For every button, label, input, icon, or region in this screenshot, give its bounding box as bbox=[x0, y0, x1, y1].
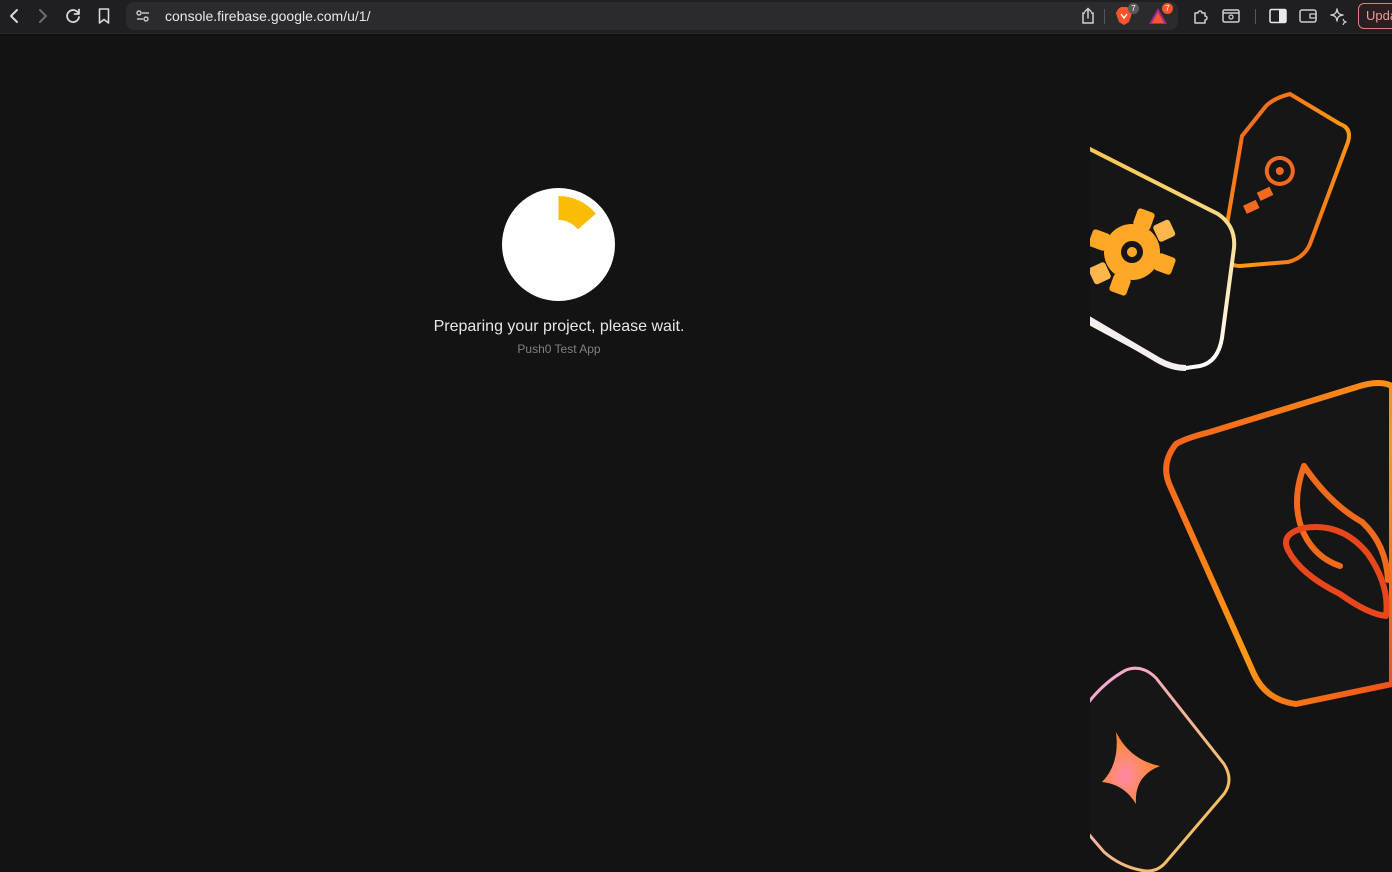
extensions-button[interactable] bbox=[1190, 5, 1212, 27]
reload-icon bbox=[66, 8, 80, 23]
chevron-left-icon bbox=[10, 9, 18, 23]
project-name: Push0 Test App bbox=[517, 342, 601, 356]
wallet-icon bbox=[1299, 9, 1317, 23]
flame-tile bbox=[1163, 380, 1392, 708]
sparkle-icon bbox=[1330, 8, 1347, 25]
analytics-tile bbox=[1219, 91, 1351, 269]
url-text[interactable]: console.firebase.google.com/u/1/ bbox=[165, 8, 370, 24]
tab-search-button[interactable] bbox=[1220, 5, 1242, 27]
reload-button[interactable] bbox=[62, 5, 84, 27]
share-icon bbox=[1082, 7, 1094, 24]
sidebar-button[interactable] bbox=[1267, 5, 1289, 27]
rewards-count-badge: 7 bbox=[1162, 3, 1173, 14]
brave-shields-button[interactable]: 7 bbox=[1113, 3, 1139, 27]
site-settings-button[interactable] bbox=[132, 5, 154, 27]
tab-search-icon bbox=[1222, 9, 1240, 23]
back-button[interactable] bbox=[3, 5, 25, 27]
status-title: Preparing your project, please wait. bbox=[433, 318, 685, 335]
puzzle-icon bbox=[1194, 10, 1208, 24]
share-button[interactable] bbox=[1077, 5, 1099, 27]
address-bar[interactable]: console.firebase.google.com/u/1/ bbox=[126, 2, 1178, 30]
toolbar-divider bbox=[1104, 9, 1105, 24]
tune-icon bbox=[136, 10, 149, 22]
chevron-right-icon bbox=[39, 9, 47, 23]
shields-count-badge: 7 bbox=[1128, 3, 1139, 14]
bookmark-button[interactable] bbox=[93, 5, 115, 27]
leo-ai-button[interactable] bbox=[1327, 5, 1349, 27]
browser-toolbar: console.firebase.google.com/u/1/ 7 7 Upd… bbox=[0, 0, 1392, 34]
sparkle-tile bbox=[1090, 666, 1231, 872]
brave-rewards-button[interactable]: 7 bbox=[1147, 3, 1173, 27]
sidebar-icon bbox=[1269, 8, 1287, 24]
bookmark-icon bbox=[98, 8, 110, 24]
update-button[interactable]: Update bbox=[1358, 3, 1392, 29]
decorative-tiles bbox=[1090, 34, 1392, 872]
loading-spinner bbox=[502, 188, 615, 301]
wallet-button[interactable] bbox=[1297, 5, 1319, 27]
toolbar-divider bbox=[1255, 9, 1256, 24]
forward-button[interactable] bbox=[32, 5, 54, 27]
gear-tile bbox=[1090, 146, 1237, 371]
